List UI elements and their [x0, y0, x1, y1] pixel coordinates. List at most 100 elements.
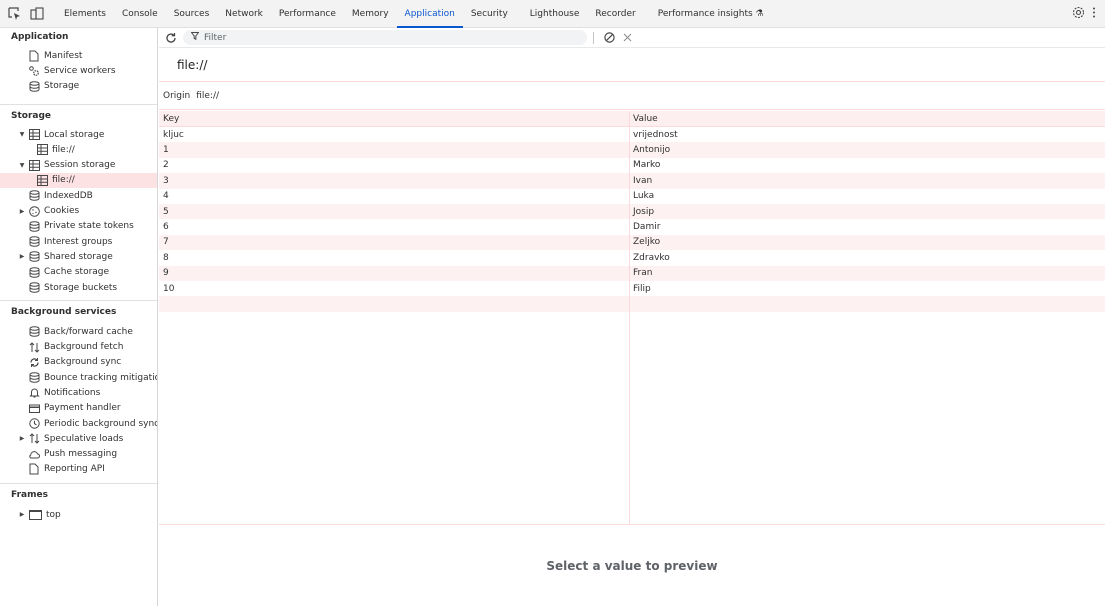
database-icon — [28, 372, 40, 384]
key-cell[interactable]: 5 — [159, 207, 629, 217]
key-cell[interactable]: 8 — [159, 253, 629, 263]
table-row[interactable]: 6 Damir — [159, 219, 1105, 234]
key-cell[interactable]: 9 — [159, 268, 629, 278]
tab-network[interactable]: Network — [217, 0, 271, 28]
sync-icon — [28, 356, 40, 368]
table-row[interactable]: 2 Marko — [159, 158, 1105, 173]
value-cell[interactable]: Ivan — [629, 176, 1105, 186]
sidebar-item-local-storage-file[interactable]: file:// — [0, 142, 157, 157]
tab-application[interactable]: Application — [396, 0, 463, 28]
sidebar-item-reporting-api[interactable]: Reporting API — [0, 462, 157, 477]
table-row[interactable]: 3 Ivan — [159, 173, 1105, 189]
expanded-triangle-icon[interactable]: ▼ — [18, 162, 26, 169]
table-row[interactable]: 1 Antonijo — [159, 142, 1105, 158]
key-cell[interactable]: 1 — [159, 145, 629, 155]
devtools-tabbar: Elements Console Sources Network Perform… — [0, 0, 1105, 28]
sidebar-item-payment-handler[interactable]: Payment handler — [0, 401, 157, 416]
tab-lighthouse[interactable]: Lighthouse — [522, 0, 588, 28]
divider — [0, 300, 157, 302]
sidebar-item-storage-buckets[interactable]: Storage buckets — [0, 280, 157, 295]
key-cell[interactable]: 6 — [159, 222, 629, 232]
column-divider[interactable] — [629, 111, 630, 525]
sidebar-item-storage[interactable]: Storage — [0, 79, 157, 94]
key-cell[interactable]: 2 — [159, 160, 629, 170]
table-row[interactable]: 10 Filip — [159, 281, 1105, 296]
sidebar-item-manifest[interactable]: Manifest — [0, 48, 157, 63]
sidebar-item-service-workers[interactable]: Service workers — [0, 63, 157, 78]
sidebar-item-cache-storage[interactable]: Cache storage — [0, 265, 157, 280]
sidebar-item-label: Local storage — [44, 129, 105, 140]
sidebar-item-label: Background fetch — [44, 342, 124, 353]
key-cell[interactable]: 10 — [159, 284, 629, 294]
key-cell[interactable]: 4 — [159, 191, 629, 201]
table-row[interactable]: 9 Fran — [159, 265, 1105, 281]
table-row[interactable]: 4 Luka — [159, 189, 1105, 204]
value-cell[interactable]: Luka — [629, 191, 1105, 201]
table-row[interactable]: 8 Zdravko — [159, 250, 1105, 265]
tab-performance-insights[interactable]: Performance insights ⚗ — [650, 0, 772, 28]
key-cell[interactable]: kljuc — [159, 130, 629, 140]
collapsed-triangle-icon[interactable]: ▶ — [18, 208, 26, 215]
collapsed-triangle-icon[interactable]: ▶ — [18, 253, 26, 260]
clear-all-icon[interactable] — [600, 32, 618, 43]
sidebar-item-session-storage[interactable]: ▼ Session storage — [0, 157, 157, 172]
tab-elements[interactable]: Elements — [56, 0, 114, 28]
tab-performance[interactable]: Performance — [271, 0, 344, 28]
sidebar-item-indexeddb[interactable]: IndexedDB — [0, 188, 157, 203]
more-options-icon[interactable] — [1091, 6, 1097, 22]
filter-input[interactable]: Filter — [183, 30, 587, 45]
value-cell[interactable]: Antonijo — [629, 145, 1105, 155]
sidebar-item-private-state-tokens[interactable]: Private state tokens — [0, 219, 157, 234]
table-row[interactable]: kljuc vrijednost — [159, 127, 1105, 142]
value-cell[interactable]: Josip — [629, 207, 1105, 217]
key-cell[interactable]: 7 — [159, 237, 629, 247]
tab-memory[interactable]: Memory — [344, 0, 397, 28]
tab-console[interactable]: Console — [114, 0, 166, 28]
database-icon — [28, 266, 40, 278]
sidebar-item-label: Private state tokens — [44, 221, 134, 232]
expanded-triangle-icon[interactable]: ▼ — [18, 131, 26, 138]
sidebar-item-periodic-sync[interactable]: Periodic background sync — [0, 416, 157, 431]
sidebar-item-frame-top[interactable]: ▶ top — [0, 507, 157, 522]
value-cell[interactable]: Zdravko — [629, 253, 1105, 263]
table-row[interactable]: 7 Željko — [159, 234, 1105, 251]
document-icon — [28, 463, 40, 475]
device-toolbar-icon[interactable] — [26, 3, 48, 25]
value-cell[interactable]: Marko — [629, 160, 1105, 170]
tab-security[interactable]: Security — [463, 0, 516, 28]
delete-selected-icon[interactable] — [618, 33, 636, 42]
sidebar-item-background-fetch[interactable]: Background fetch — [0, 339, 157, 354]
sidebar-item-session-storage-file[interactable]: file:// — [0, 172, 157, 189]
column-header-key[interactable]: Key — [159, 114, 629, 124]
sidebar-item-notifications[interactable]: Notifications — [0, 385, 157, 400]
bell-icon — [28, 387, 40, 399]
sidebar-item-background-sync[interactable]: Background sync — [0, 355, 157, 370]
sidebar-item-interest-groups[interactable]: Interest groups — [0, 234, 157, 249]
collapsed-triangle-icon[interactable]: ▶ — [18, 511, 26, 518]
value-cell[interactable]: Damir — [629, 222, 1105, 232]
column-header-value[interactable]: Value — [629, 114, 1105, 124]
empty-new-row[interactable] — [159, 296, 1105, 312]
collapsed-triangle-icon[interactable]: ▶ — [18, 435, 26, 442]
value-cell[interactable]: vrijednost — [629, 130, 1105, 140]
sidebar-item-bounce-tracking[interactable]: Bounce tracking mitigations — [0, 370, 157, 385]
sidebar-item-shared-storage[interactable]: ▶ Shared storage — [0, 249, 157, 264]
sidebar-item-local-storage[interactable]: ▼ Local storage — [0, 127, 157, 142]
divider — [0, 103, 157, 105]
sidebar-item-push-messaging[interactable]: Push messaging — [0, 447, 157, 462]
sidebar-item-cookies[interactable]: ▶ Cookies — [0, 203, 157, 218]
refresh-icon[interactable] — [159, 32, 183, 44]
value-cell[interactable]: Filip — [629, 284, 1105, 294]
table-row[interactable]: 5 Josip — [159, 203, 1105, 220]
settings-gear-icon[interactable] — [1072, 6, 1085, 22]
tab-sources[interactable]: Sources — [166, 0, 218, 28]
value-cell[interactable]: Željko — [629, 237, 1105, 247]
sidebar-item-speculative-loads[interactable]: ▶ Speculative loads — [0, 431, 157, 446]
value-cell[interactable]: Fran — [629, 268, 1105, 278]
origin-label: Origin — [163, 90, 191, 101]
inspect-element-icon[interactable] — [4, 3, 26, 25]
tab-recorder[interactable]: Recorder — [587, 0, 643, 28]
sidebar-item-label: Interest groups — [44, 236, 113, 247]
sidebar-item-back-forward-cache[interactable]: Back/forward cache — [0, 324, 157, 339]
key-cell[interactable]: 3 — [159, 176, 629, 186]
